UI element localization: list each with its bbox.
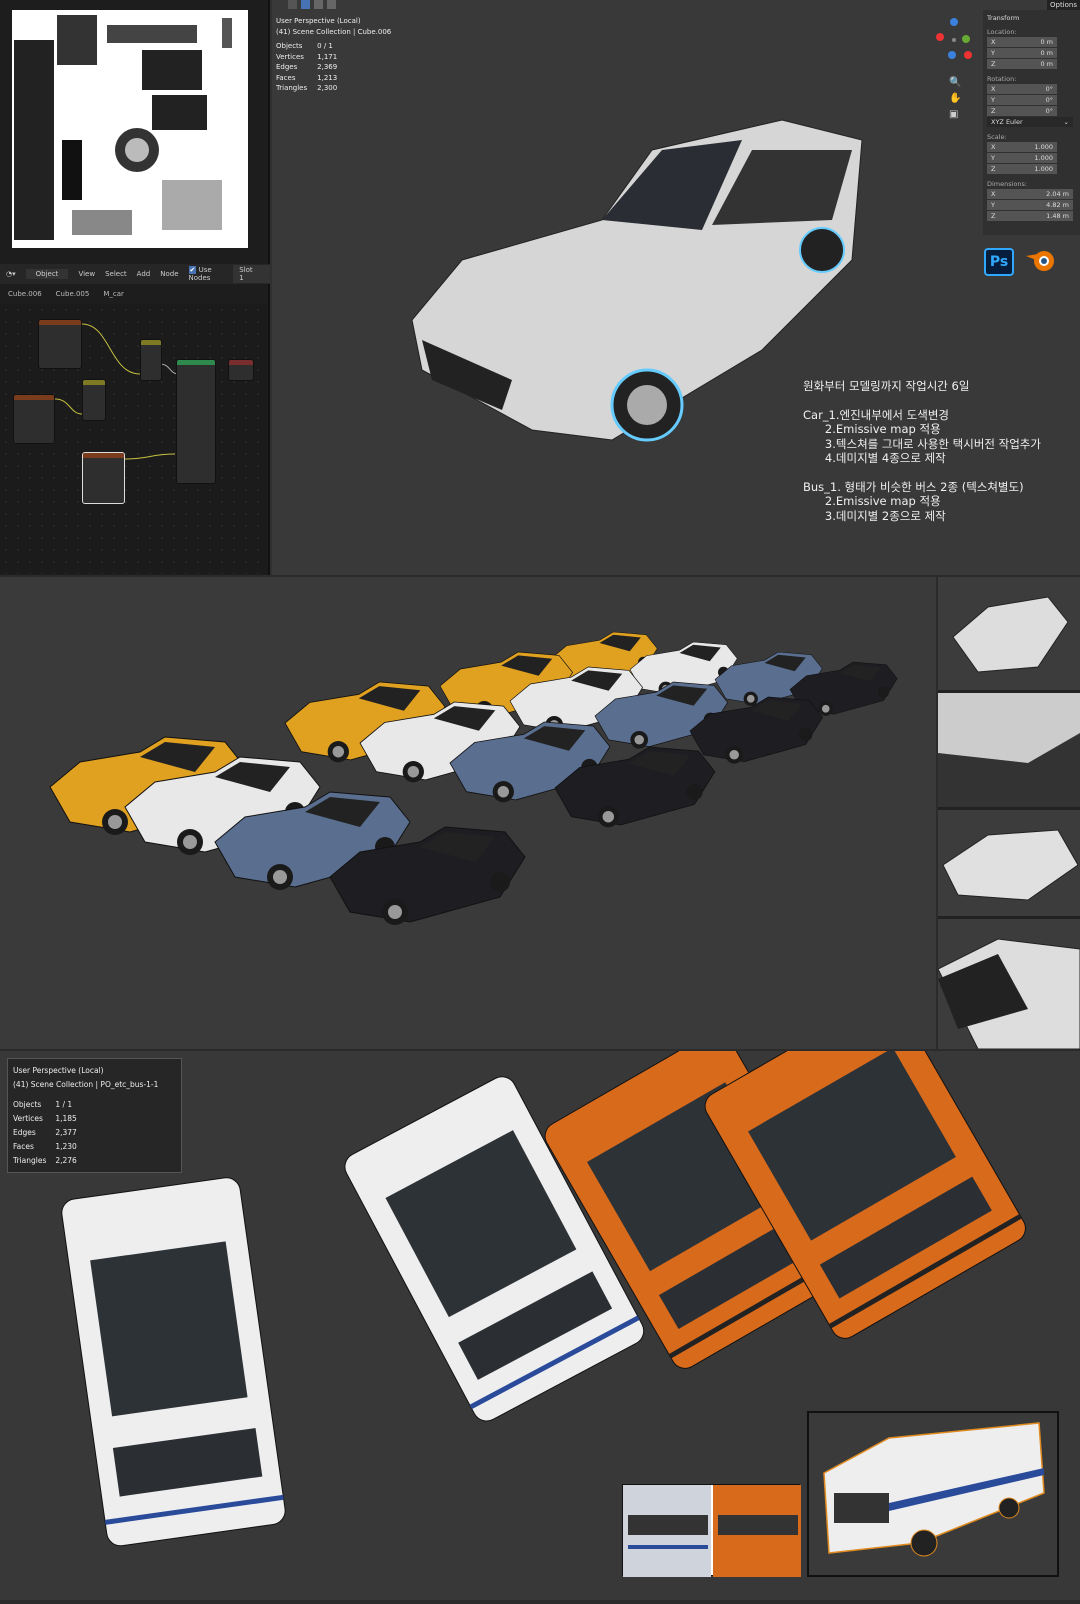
stat-row: Faces 1,230 <box>13 1142 77 1151</box>
rotation-x-field[interactable]: X 0° <box>987 84 1057 94</box>
menu-view[interactable]: View <box>78 270 95 278</box>
transform-title: Transform <box>987 14 1020 22</box>
breadcrumb-object: Cube.006 <box>8 290 42 298</box>
node-editor-header: ◔▾ Object View Select Add Node ✔ Use Nod… <box>0 264 270 284</box>
stat-row: Faces 1,213 <box>276 73 338 82</box>
camera-icon: ▣ <box>949 109 958 120</box>
viewport-stats: User Perspective (Local) (41) Scene Coll… <box>276 16 391 94</box>
thumbnail-roof-damage <box>937 919 1080 1050</box>
dimensions-x-field[interactable]: X 2.04 m <box>987 189 1073 199</box>
rotation-label: Rotation: <box>987 75 1017 83</box>
stat-row: Edges 2,377 <box>13 1128 77 1137</box>
bus-viewport-perspective: User Perspective (Local) <box>13 1066 104 1075</box>
transform-panel: Transform Location: X0 m Y0 m Z0 m Rotat… <box>983 10 1080 235</box>
texture-node-2[interactable] <box>13 394 55 444</box>
mode-icon[interactable] <box>327 0 336 9</box>
location-z-field[interactable]: Z0 m <box>987 59 1057 69</box>
photoshop-logo: Ps <box>984 248 1014 276</box>
hand-icon: ✋ <box>949 91 961 104</box>
navigation-gizmo[interactable]: 🔍 ✋ ▣ <box>932 15 982 125</box>
menu-select[interactable]: Select <box>105 270 127 278</box>
viewport-collection: (41) Scene Collection | Cube.006 <box>276 27 392 36</box>
breadcrumb-mesh: Cube.005 <box>55 290 90 298</box>
texture-node-3[interactable] <box>82 452 125 504</box>
bus-texture-atlas <box>622 1484 801 1577</box>
stat-row: Objects 1 / 1 <box>13 1100 73 1109</box>
principled-bsdf-node[interactable] <box>176 359 216 484</box>
breadcrumb: Cube.006 Cube.005 M_car <box>0 286 270 302</box>
color-ramp-node[interactable] <box>82 379 106 421</box>
location-x-field[interactable]: X0 m <box>987 37 1057 47</box>
stat-row: Triangles 2,300 <box>276 84 338 92</box>
image-texture-node[interactable] <box>38 319 82 369</box>
bus-viewport-stats: User Perspective (Local) (41) Scene Coll… <box>7 1058 182 1173</box>
stat-row: Vertices 1,185 <box>13 1114 77 1123</box>
rotation-z-field[interactable]: Z 0° <box>987 106 1057 116</box>
stat-row: Objects 0 / 1 <box>276 42 333 50</box>
stat-row: Edges 2,369 <box>276 63 338 71</box>
slot-select[interactable]: Slot 1 <box>233 265 270 283</box>
breadcrumb-material: M_car <box>103 290 124 298</box>
options-button[interactable]: Options <box>1046 0 1080 10</box>
work-notes: 원화부터 모델링까지 작업시간 6일 Car_1.엔진내부에서 도색변경 2.Em… <box>803 379 1041 523</box>
uv-texture-image <box>12 10 248 248</box>
location-y-field[interactable]: Y0 m <box>987 48 1057 58</box>
scale-y-field[interactable]: Y 1.000 <box>987 153 1057 163</box>
bus-wireframe-inset <box>807 1411 1059 1577</box>
left-panel: ◔▾ Object View Select Add Node ✔ Use Nod… <box>0 0 270 575</box>
dimensions-y-field[interactable]: Y 4.82 m <box>987 200 1073 210</box>
blender-logo <box>1026 251 1054 271</box>
node-canvas[interactable] <box>0 304 268 574</box>
use-nodes-checkbox[interactable]: ✔ Use Nodes <box>188 266 224 282</box>
stat-row: Vertices 1,171 <box>276 52 338 61</box>
mode-icon[interactable] <box>314 0 323 9</box>
material-output-node[interactable] <box>228 359 254 381</box>
thumbnail-side-damage <box>938 810 1080 916</box>
rotation-mode-select[interactable]: XYZ Euler ⌄ <box>987 117 1073 127</box>
viewport-perspective: User Perspective (Local) <box>276 17 361 25</box>
thumbnail-front-damage <box>938 693 1080 807</box>
mode-select[interactable]: Object <box>25 269 69 279</box>
car-variants-render <box>0 577 936 1049</box>
top-section: ◔▾ Object View Select Add Node ✔ Use Nod… <box>0 0 1080 575</box>
dimensions-label: Dimensions: <box>987 180 1028 188</box>
car-model-render <box>411 119 863 442</box>
editor-type-icon[interactable]: ◔▾ <box>6 270 16 278</box>
location-label: Location: <box>987 28 1017 36</box>
scale-label: Scale: <box>987 133 1007 141</box>
damage-thumbnails <box>937 577 1080 1050</box>
stat-row: Triangles 2,276 <box>13 1156 77 1165</box>
scale-z-field[interactable]: Z 1.000 <box>987 164 1057 174</box>
scale-x-field[interactable]: X 1.000 <box>987 142 1057 152</box>
menu-node[interactable]: Node <box>160 270 178 278</box>
rotation-y-field[interactable]: Y 0° <box>987 95 1057 105</box>
bus-model <box>61 1177 286 1547</box>
car-fleet <box>49 631 898 925</box>
dimensions-z-field[interactable]: Z 1.48 m <box>987 211 1073 221</box>
zoom-icon: 🔍 <box>949 75 961 88</box>
menu-add[interactable]: Add <box>137 270 151 278</box>
select-box-icon[interactable] <box>301 0 310 9</box>
mix-node[interactable] <box>140 339 162 381</box>
select-tool-icon[interactable] <box>288 0 297 9</box>
viewport-toolbar <box>288 0 336 9</box>
bus-viewport-collection: (41) Scene Collection | PO_etc_bus-1-1 <box>13 1080 159 1089</box>
thumbnail-wireframe <box>938 577 1080 690</box>
